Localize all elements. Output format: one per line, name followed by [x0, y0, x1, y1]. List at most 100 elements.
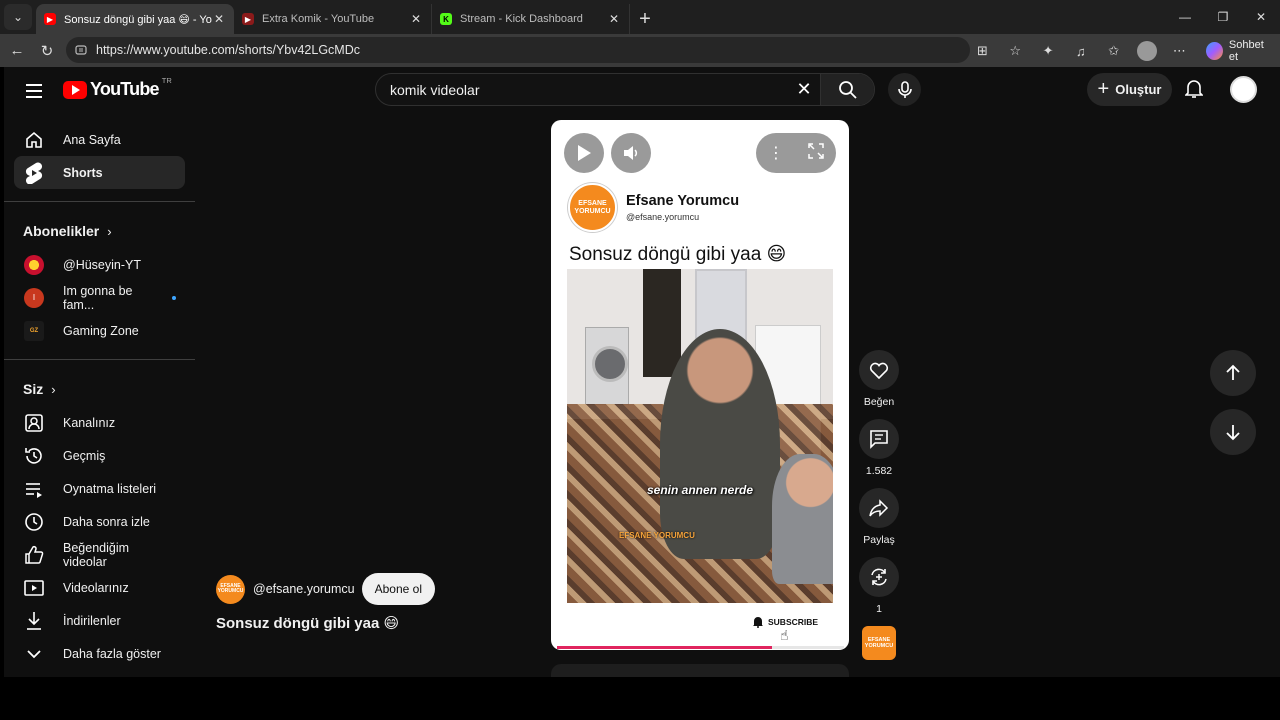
play-button[interactable] — [564, 133, 604, 173]
channel-avatar-button[interactable]: EFSANE YORUMCU — [862, 626, 896, 660]
favorite-star-icon[interactable]: ☆ — [1003, 38, 1028, 64]
chevron-right-icon: › — [51, 381, 56, 397]
sidebar-item-label: Geçmiş — [63, 448, 106, 463]
browser-tab[interactable]: ▶ Extra Komik - YouTube ✕ — [234, 4, 432, 34]
channel-handle-link[interactable]: @efsane.yorumcu — [253, 582, 355, 596]
sidebar-item-label: Videolarınız — [63, 580, 129, 595]
progress-fill — [557, 646, 773, 649]
search-icon — [838, 80, 857, 99]
new-tab-button[interactable]: + — [630, 4, 660, 34]
subscriptions-header[interactable]: Abonelikler › — [4, 214, 195, 248]
profile-icon[interactable] — [1134, 38, 1159, 64]
subscription-item[interactable]: I Im gonna be fam... — [14, 281, 185, 314]
address-bar[interactable]: https://www.youtube.com/shorts/Ybv42LGcM… — [66, 37, 970, 63]
close-window-icon[interactable]: ✕ — [1242, 0, 1280, 34]
sidebar-item-label: Beğendiğim videolar — [63, 540, 130, 569]
maximize-icon[interactable]: ❐ — [1204, 0, 1242, 34]
comments-button[interactable] — [859, 419, 899, 459]
back-icon[interactable]: ← — [2, 37, 32, 65]
sidebar-item-liked[interactable]: Beğendiğim videolar — [14, 538, 185, 571]
browser-tab[interactable]: K Stream - Kick Dashboard ✕ — [432, 4, 630, 34]
you-header[interactable]: Siz › — [4, 372, 195, 406]
video-caption: senin annen nerde — [646, 483, 754, 497]
subscribe-graphic-label: SUBSCRIBE — [768, 617, 819, 627]
search-input[interactable]: komik videolar — [376, 82, 788, 98]
media-icon[interactable]: ♫ — [1068, 38, 1093, 64]
create-button[interactable]: + Oluştur — [1087, 73, 1172, 106]
search-box[interactable]: komik videolar ✕ — [375, 73, 875, 106]
extensions-icon[interactable]: ✦ — [1036, 38, 1061, 64]
previous-short-button[interactable] — [1210, 350, 1256, 396]
tab-actions-menu-button[interactable]: ⌄ — [4, 4, 32, 30]
arrow-up-icon — [1226, 364, 1240, 380]
remix-button[interactable] — [859, 557, 899, 597]
close-tab-icon[interactable]: ✕ — [409, 12, 423, 26]
channel-handle: @efsane.yorumcu — [626, 212, 700, 222]
site-info-icon[interactable] — [74, 43, 88, 57]
logo-text: YouTube — [90, 79, 160, 99]
divider — [4, 201, 195, 202]
next-short-preview[interactable] — [551, 664, 849, 677]
copilot-chat-button[interactable]: Sohbet et — [1200, 39, 1280, 63]
menu-icon[interactable] — [22, 79, 46, 103]
close-tab-icon[interactable]: ✕ — [607, 12, 621, 26]
voice-search-button[interactable] — [888, 73, 921, 106]
sidebar-item-downloads[interactable]: İndirilenler — [14, 604, 185, 637]
sidebar-item-label: Daha sonra izle — [63, 514, 150, 529]
clear-search-icon[interactable]: ✕ — [788, 74, 820, 106]
player-options: ⋮ — [756, 133, 836, 173]
sidebar-item-your-channel[interactable]: Kanalınız — [14, 406, 185, 439]
new-content-dot — [172, 295, 176, 300]
microphone-icon — [897, 80, 912, 98]
subscribe-button[interactable]: Abone ol — [361, 573, 435, 605]
remix-count: 1 — [876, 603, 882, 615]
sidebar: Ana Sayfa Shorts Abonelikler › @Hüseyin-… — [4, 123, 195, 670]
sidebar-item-label: Shorts — [63, 165, 103, 180]
video-frame[interactable]: senin annen nerde EFSANE YORUMCU — [567, 269, 833, 603]
sidebar-item-label: Kanalınız — [63, 415, 116, 430]
sidebar-item-watch-later[interactable]: Daha sonra izle — [14, 505, 185, 538]
channel-avatar[interactable]: EFSANE YORUMCU — [216, 574, 245, 604]
split-screen-icon[interactable]: ⊞ — [970, 38, 995, 64]
sidebar-item-history[interactable]: Geçmiş — [14, 439, 185, 472]
minimize-icon[interactable]: — — [1166, 0, 1204, 34]
youtube-favicon-icon: ▶ — [44, 13, 56, 25]
progress-bar[interactable] — [557, 646, 844, 649]
plus-icon: + — [1097, 78, 1110, 100]
downloads-icon — [23, 610, 45, 632]
subscription-item[interactable]: @Hüseyin-YT — [14, 248, 185, 281]
mute-button[interactable] — [611, 133, 651, 173]
account-avatar[interactable] — [1230, 76, 1257, 103]
heart-icon — [869, 362, 889, 379]
shorts-player[interactable]: ⋮ EFSANE YORUMCU Efsane Yorumcu @efsane.… — [551, 120, 849, 650]
next-short-button[interactable] — [1210, 409, 1256, 455]
subscription-label: Im gonna be fam... — [63, 283, 133, 312]
share-button[interactable] — [859, 488, 899, 528]
sidebar-item-shorts[interactable]: Shorts — [14, 156, 185, 189]
like-button[interactable] — [859, 350, 899, 390]
short-title[interactable]: Sonsuz döngü gibi yaa 😄 — [216, 614, 435, 632]
sidebar-item-home[interactable]: Ana Sayfa — [14, 123, 185, 156]
sidebar-show-more[interactable]: Daha fazla göster — [14, 637, 185, 670]
youtube-play-icon — [63, 80, 87, 99]
subscriptions-title: Abonelikler — [23, 223, 100, 239]
youtube-app: YouTube TR komik videolar ✕ + Oluştur An… — [4, 67, 1280, 677]
sidebar-item-label: Daha fazla göster — [63, 646, 161, 661]
more-options-icon[interactable]: ⋮ — [768, 143, 784, 163]
channel-name: Efsane Yorumcu — [626, 193, 740, 209]
browser-tab-active[interactable]: ▶ Sonsuz döngü gibi yaa 😄 - YouTube ✕ — [36, 4, 234, 34]
channel-icon — [23, 412, 45, 434]
close-tab-icon[interactable]: ✕ — [212, 12, 226, 26]
youtube-logo[interactable]: YouTube TR — [63, 76, 172, 100]
sidebar-item-label: İndirilenler — [63, 613, 121, 628]
notifications-icon[interactable] — [1182, 77, 1206, 101]
sidebar-item-playlists[interactable]: Oynatma listeleri — [14, 472, 185, 505]
more-icon[interactable]: ⋯ — [1167, 38, 1192, 64]
kick-favicon-icon: K — [440, 13, 452, 25]
subscription-item[interactable]: GZ Gaming Zone — [14, 314, 185, 347]
sidebar-item-your-videos[interactable]: Videolarınız — [14, 571, 185, 604]
favorites-icon[interactable]: ✩ — [1101, 38, 1126, 64]
search-button[interactable] — [820, 74, 874, 105]
fullscreen-icon[interactable] — [808, 142, 824, 164]
reload-icon[interactable]: ↻ — [32, 37, 62, 65]
